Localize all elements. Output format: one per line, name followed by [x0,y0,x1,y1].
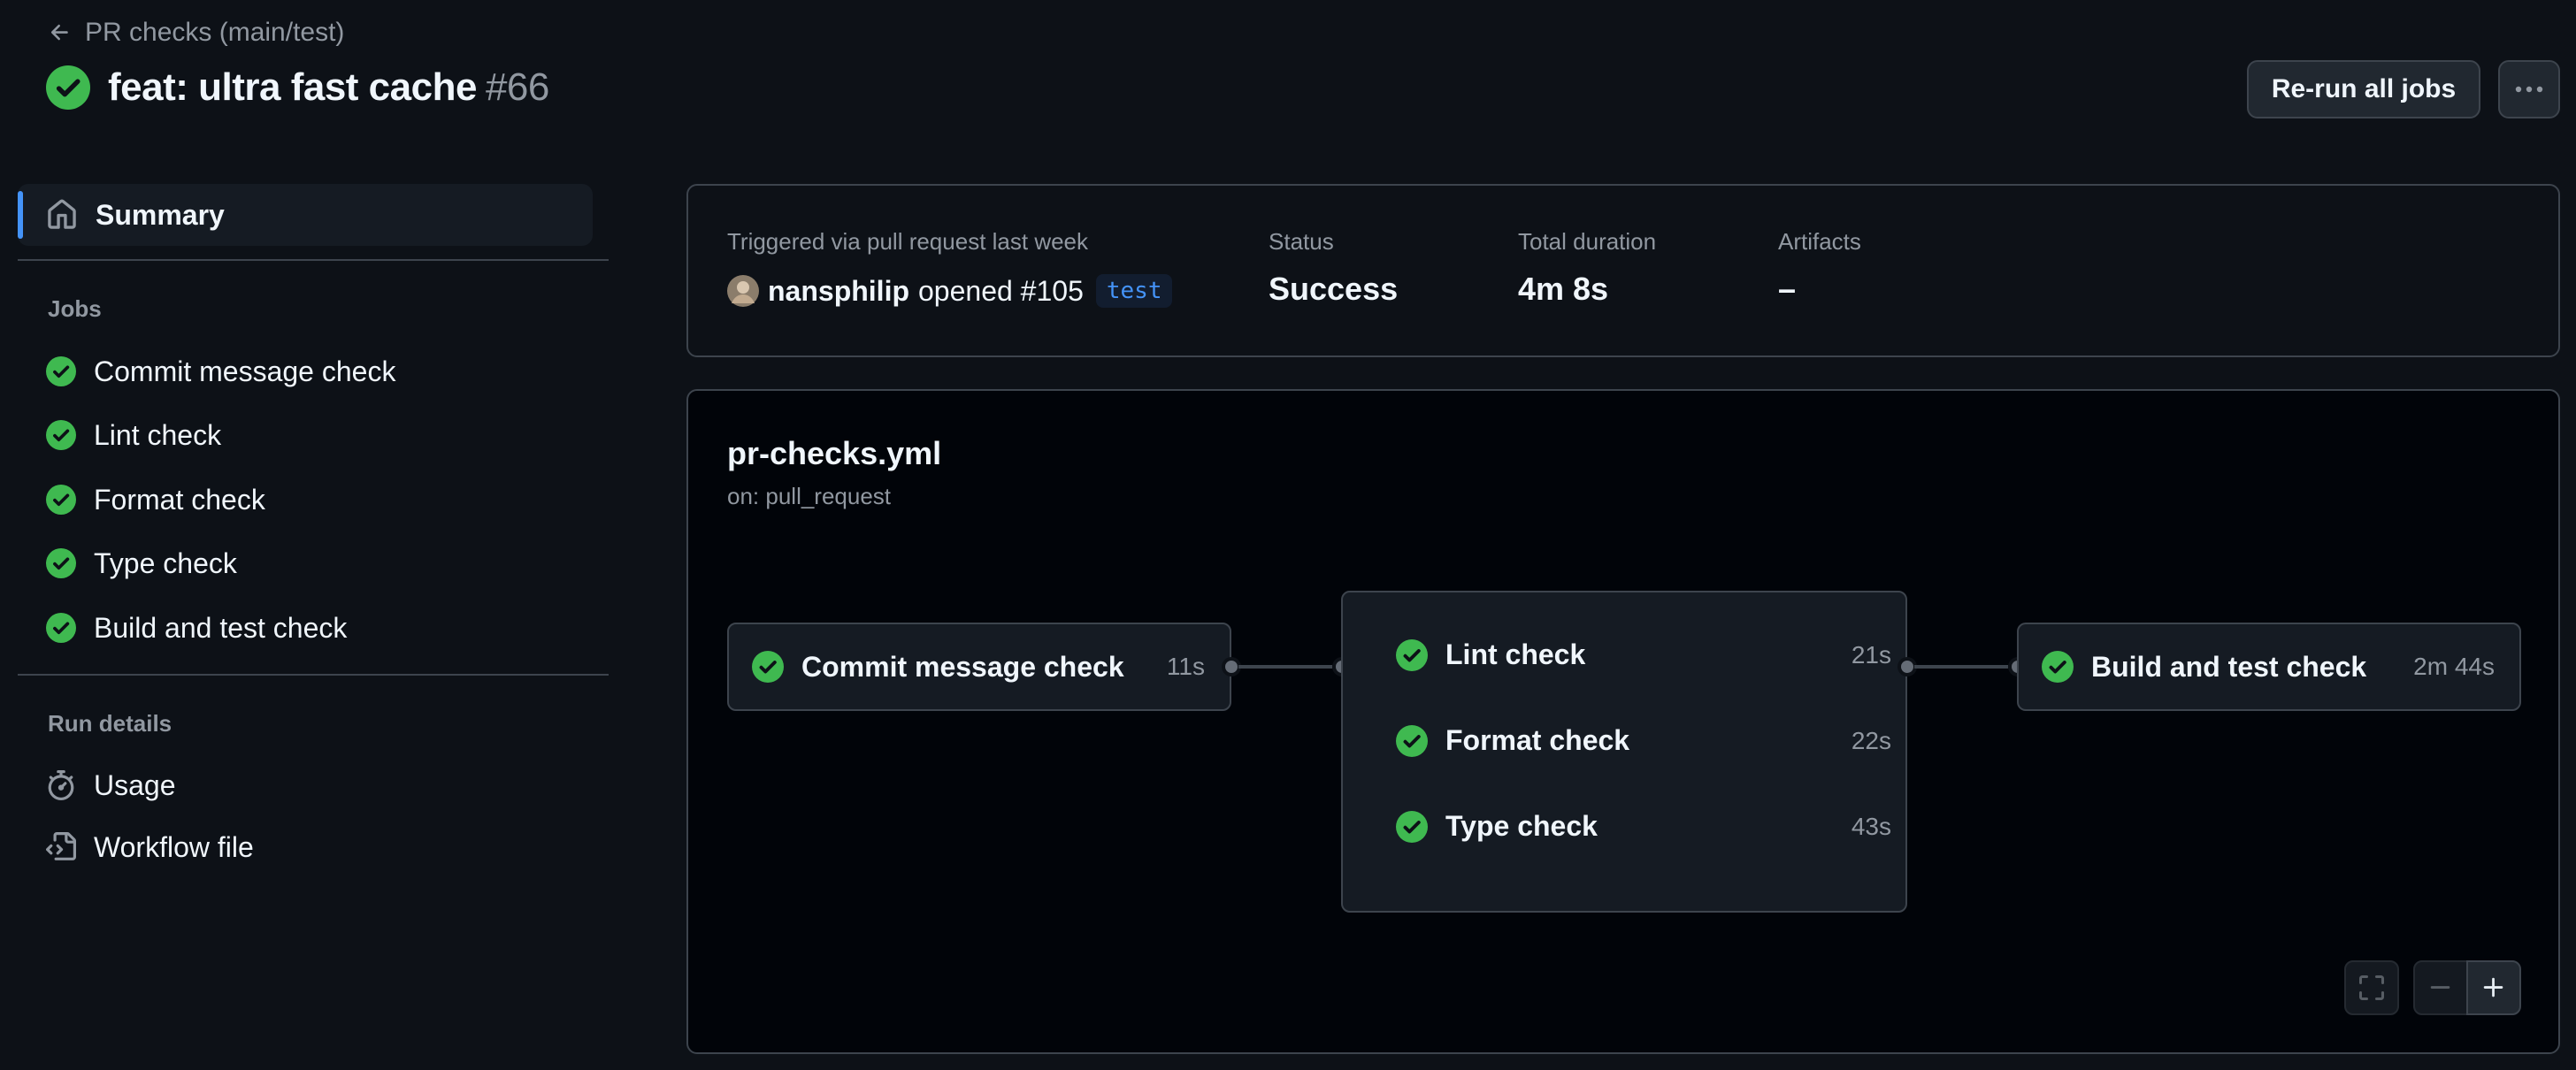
run-summary-card: Triggered via pull request last week nan… [686,184,2560,357]
graph-job-build-and-test-check[interactable]: Build and test check 2m 44s [2017,623,2521,711]
sidebar-job-build-and-test-check[interactable]: Build and test check [46,603,347,653]
graph-job-group: Lint check 21s Format check 22s Type che… [1341,591,1907,913]
graph-job-type-check[interactable]: Type check 43s [1396,810,1891,843]
sidebar-divider [18,674,609,676]
actor-link[interactable]: nansphilip [768,275,909,308]
success-check-icon [46,485,76,515]
workflow-file-name[interactable]: pr-checks.yml [727,435,941,472]
avatar[interactable] [727,275,759,307]
graph-job-duration: 43s [1851,812,1891,840]
plus-icon [2480,974,2507,1001]
sidebar-job-label: Commit message check [94,355,396,387]
branch-badge[interactable]: test [1095,274,1173,308]
success-check-icon [752,651,784,683]
status-label: Status [1269,228,1334,255]
sidebar-job-commit-message-check[interactable]: Commit message check [46,347,395,396]
sidebar-item-summary[interactable]: Summary [18,184,593,246]
success-check-icon [46,548,76,578]
graph-job-name: Lint check [1445,638,1586,670]
artifacts-label: Artifacts [1778,228,1861,255]
graph-job-duration: 22s [1851,726,1891,754]
sidebar-job-lint-check[interactable]: Lint check [46,410,221,460]
success-check-icon [46,356,76,386]
graph-job-name: Format check [1445,724,1630,756]
duration-label: Total duration [1518,228,1657,255]
trigger-label: Triggered via pull request last week [727,228,1089,255]
kebab-horizontal-icon [2513,85,2545,94]
back-link[interactable]: PR checks (main/test) [48,18,344,48]
active-indicator [18,191,23,239]
success-check-icon [46,420,76,450]
success-check-icon [1396,810,1428,843]
stopwatch-icon [46,770,76,800]
fullscreen-button[interactable] [2344,960,2399,1015]
back-link-label: PR checks (main/test) [85,18,345,47]
artifacts-value: – [1778,271,1797,307]
success-check-icon [2042,651,2074,683]
success-check-icon [1396,724,1428,757]
minus-icon [2427,974,2454,1001]
sidebar-job-type-check[interactable]: Type check [46,539,237,588]
more-options-button[interactable] [2498,60,2560,118]
duration-value: 4m 8s [1518,271,1609,307]
sidebar-job-format-check[interactable]: Format check [46,475,265,524]
sidebar-item-label: Workflow file [94,830,254,863]
page-title: feat: ultra fast cache #66 [46,65,549,110]
run-title: feat: ultra fast cache [108,65,477,109]
workflow-trigger: on: pull_request [727,483,892,509]
sidebar-item-label: Summary [96,198,225,231]
graph-job-duration: 11s [1166,653,1205,680]
sidebar-job-label: Format check [94,483,265,516]
workflow-graph-card: pr-checks.yml on: pull_request Commit me… [686,389,2560,1054]
graph-job-duration: 21s [1851,640,1891,669]
trigger-action[interactable]: opened #105 [918,275,1084,308]
screen-full-icon [2358,974,2386,1002]
home-icon [46,199,78,231]
success-check-icon [1396,638,1428,671]
sidebar-job-label: Type check [94,546,237,579]
zoom-out-button[interactable] [2413,960,2468,1015]
jobs-heading: Jobs [48,295,102,322]
run-details-heading: Run details [48,710,172,737]
graph-job-duration: 2m 44s [2413,653,2495,680]
trigger-detail: nansphilip opened #105 test [727,274,1173,308]
success-check-icon [46,65,90,110]
zoom-in-button[interactable] [2466,960,2521,1015]
graph-job-lint-check[interactable]: Lint check 21s [1396,638,1891,671]
sidebar-job-label: Build and test check [94,611,348,644]
graph-job-commit-message-check[interactable]: Commit message check 11s [727,623,1231,711]
sidebar-item-label: Usage [94,768,176,801]
graph-job-name: Type check [1445,810,1598,842]
success-check-icon [46,613,76,643]
graph-job-format-check[interactable]: Format check 22s [1396,724,1891,757]
arrow-left-icon [48,20,73,45]
sidebar-item-workflow-file[interactable]: Workflow file [46,822,254,872]
sidebar-job-label: Lint check [94,418,222,451]
graph-job-name: Build and test check [2091,650,2367,683]
run-number: #66 [485,65,549,109]
rerun-all-jobs-button[interactable]: Re-run all jobs [2247,60,2480,118]
sidebar-item-usage[interactable]: Usage [46,760,176,810]
connector-line [1238,665,1332,669]
sidebar-divider [18,259,609,261]
connector-line [1914,665,2008,669]
graph-job-name: Commit message check [801,650,1124,683]
file-code-icon [46,832,76,862]
status-value: Success [1269,271,1399,307]
